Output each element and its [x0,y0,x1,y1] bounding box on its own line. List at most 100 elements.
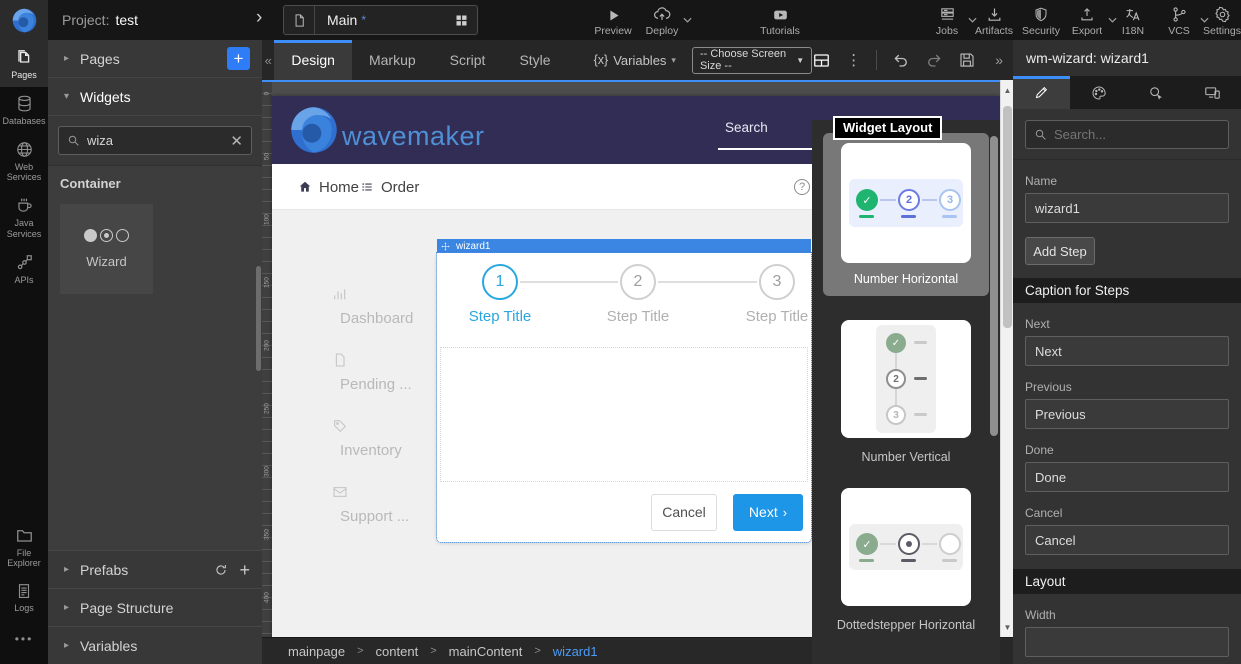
popup-scrollbar[interactable] [990,136,998,436]
page-layout-grid-icon[interactable] [454,13,469,28]
name-field-label: Name [1025,174,1229,188]
collapse-panel-icon[interactable]: « [262,53,274,68]
nav-item-order[interactable]: Order [360,164,419,210]
sidebar-item-pages[interactable]: Pages [0,40,48,87]
sidebar-item-java-services[interactable]: Java Services [0,189,48,246]
name-field[interactable] [1025,193,1229,223]
expand-panel-icon[interactable]: » [991,52,1007,68]
layout-preview-number-horizontal: ✓ 2 3 [849,179,963,227]
layout-option-number-horizontal[interactable]: ✓ 2 3 Number Horizontal [823,133,989,296]
widgets-section-header[interactable]: ▾ Widgets [48,78,262,116]
tab-markup[interactable]: Markup [352,40,433,80]
wizard-steps: 1 2 3 Step Title Step Title Step Title [437,253,811,347]
tab-script[interactable]: Script [433,40,503,80]
next-field[interactable] [1025,336,1229,366]
variables-section-header[interactable]: ▸ Variables [48,626,262,664]
step-3-circle[interactable]: 3 [759,264,795,300]
cancel-field[interactable] [1025,525,1229,555]
site-brand: wavemaker [288,104,485,156]
prefabs-section-header[interactable]: ▸ Prefabs + [48,550,262,588]
sidebar-more-button[interactable]: ••• [15,632,34,646]
layout-option-label: Number Horizontal [823,272,989,286]
save-icon[interactable] [958,51,976,69]
variables-menu[interactable]: {x} Variables ▾ [594,53,676,68]
step-2-circle[interactable]: 2 [620,264,656,300]
step-1-circle[interactable]: 1 [482,264,518,300]
add-page-button[interactable]: + [227,47,250,70]
redo-icon[interactable] [925,51,943,69]
clear-search-icon[interactable]: ✕ [230,132,243,150]
chevron-down-icon [683,17,692,23]
more-options-icon[interactable]: ⋮ [846,51,861,69]
wizard-step-content[interactable] [440,347,808,482]
widget-layout-tooltip: Widget Layout [833,116,942,140]
wizard-widget[interactable]: wizard1 1 2 3 Step Title Step Title [437,239,811,542]
tab-styles[interactable] [1070,76,1127,109]
step-1-title: Step Title [440,308,560,325]
sidebar-item-databases[interactable]: Databases [0,87,48,133]
tab-properties[interactable] [1013,76,1070,109]
sidebar-item-web-services[interactable]: Web Services [0,133,48,190]
previous-field[interactable] [1025,399,1229,429]
app-logo[interactable] [0,0,48,40]
width-field-label: Width [1025,608,1229,622]
wizard-widget-tile[interactable]: Wizard [60,204,153,294]
breadcrumb-maincontent[interactable]: mainContent [449,644,523,659]
scrollbar-thumb[interactable] [1003,106,1012,328]
canvas-toolbar: « Design Markup Script Style {x} Variabl… [262,40,1013,80]
add-prefab-icon[interactable]: + [239,561,250,579]
breadcrumb-mainpage[interactable]: mainpage [288,644,345,659]
done-field-label: Done [1025,443,1229,457]
tabs-overflow-chevron-icon[interactable]: › [256,7,262,29]
home-icon [298,180,312,194]
done-field[interactable] [1025,462,1229,492]
page-structure-section-header[interactable]: ▸ Page Structure [48,588,262,626]
caret-right-icon: ▸ [64,640,80,651]
sidebar-item-file-explorer[interactable]: File Explorer [0,519,48,576]
sidebar-item-apis[interactable]: APIs [0,246,48,292]
nav-item-home[interactable]: Home [298,164,359,210]
tab-style[interactable]: Style [502,40,567,80]
widget-layout-button[interactable] [812,51,831,70]
add-step-button[interactable]: Add Step [1025,237,1095,265]
side-item-inventory[interactable]: Inventory [330,418,413,459]
refresh-icon[interactable] [214,563,228,577]
check-icon: ✓ [886,333,906,353]
tab-design[interactable]: Design [274,40,352,80]
chart-icon [332,286,348,302]
settings-button[interactable]: Settings [1190,4,1241,37]
breadcrumb-content[interactable]: content [376,644,419,659]
explorer-scrollbar[interactable] [256,266,261,371]
properties-search-input[interactable] [1054,127,1220,142]
widget-selection-bar[interactable]: wizard1 [437,239,811,253]
cancel-button[interactable]: Cancel [651,494,717,531]
page-tab-main[interactable]: Main * [283,5,478,35]
undo-icon[interactable] [892,51,910,69]
pages-section-header[interactable]: ▸ Pages + [48,40,262,78]
next-button[interactable]: Next › [733,494,803,531]
layout-option-dottedstepper-horizontal[interactable]: ✓ Dottedstepper Horizontal [823,488,989,632]
widget-results-list: Container Wizard [48,166,262,550]
side-item-dashboard[interactable]: Dashboard [330,286,413,327]
side-item-support[interactable]: Support ... [330,484,413,525]
side-item-pending[interactable]: Pending ... [330,352,413,393]
screen-size-select[interactable]: -- Choose Screen Size -- ▼ [692,47,812,74]
breadcrumb-wizard1[interactable]: wizard1 [553,644,598,659]
page-file-icon[interactable] [284,6,315,34]
widget-search-input[interactable] [87,133,223,148]
widget-search-box[interactable]: ✕ [58,126,252,155]
properties-search-box[interactable] [1025,120,1229,149]
help-icon[interactable]: ? [794,179,810,195]
move-icon[interactable] [441,242,450,251]
list-icon [360,180,374,194]
tab-devices[interactable] [1184,76,1241,109]
deploy-button[interactable]: Deploy [630,4,694,37]
sidebar-item-logs[interactable]: Logs [0,575,48,620]
width-field[interactable] [1025,627,1229,657]
wizard-steps-icon [84,229,129,242]
canvas-scrollbar[interactable]: ▲ ▼ [1000,80,1013,637]
tutorials-button[interactable]: Tutorials [748,4,812,37]
layout-option-number-vertical[interactable]: ✓ 2 3 Number Vertical [823,320,989,464]
nav-search-link[interactable]: Search [725,120,768,135]
tab-events[interactable] [1127,76,1184,109]
